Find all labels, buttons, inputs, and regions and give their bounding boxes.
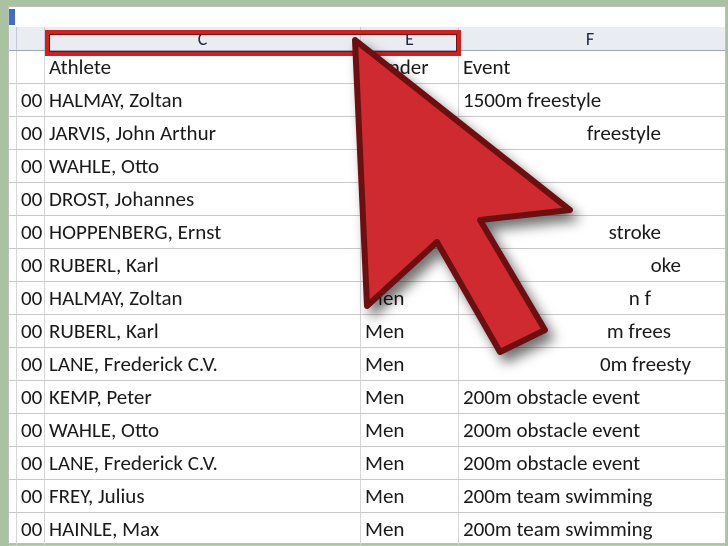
cell-gender[interactable]: Men <box>361 513 459 545</box>
cell-athlete[interactable]: FREY, Julius <box>45 480 361 512</box>
cell-b[interactable]: 00 <box>17 282 45 314</box>
row-gutter <box>9 117 17 149</box>
cell-b[interactable]: 00 <box>17 348 45 380</box>
cell-gender[interactable]: Men <box>361 447 459 479</box>
cell-b[interactable]: 00 <box>17 381 45 413</box>
table-row[interactable]: 00 HOPPENBERG, Ernst Men stroke <box>9 216 725 249</box>
row-gutter <box>9 348 17 380</box>
cell-event[interactable]: 200m obstacle event <box>459 447 721 479</box>
cell-event[interactable]: n f <box>459 282 721 314</box>
row-gutter <box>9 414 17 446</box>
cell-athlete[interactable]: HALMAY, Zoltan <box>45 282 361 314</box>
table-row[interactable]: 00 LANE, Frederick C.V. Men 200m obstacl… <box>9 447 725 480</box>
table-row[interactable]: 00 JARVIS, John Arthur M freestyle <box>9 117 725 150</box>
cell-b[interactable]: 00 <box>17 216 45 248</box>
row-gutter <box>9 480 17 512</box>
cell-gender[interactable]: Men <box>361 381 459 413</box>
cell-b[interactable]: 00 <box>17 249 45 281</box>
cell-event[interactable]: 200m team swimming <box>459 513 721 545</box>
cell-athlete[interactable]: HAINLE, Max <box>45 513 361 545</box>
table-row[interactable]: 00 LANE, Frederick C.V. Men 0m freesty <box>9 348 725 381</box>
row-gutter <box>9 84 17 116</box>
cell-event[interactable]: 200m obstacle event <box>459 381 721 413</box>
column-header-row[interactable]: C E F <box>9 27 725 51</box>
cell-gender-header[interactable]: Gender <box>361 51 459 83</box>
table-row[interactable]: 00 HALMAY, Zoltan Men n f <box>9 282 725 315</box>
column-header-B[interactable] <box>17 27 45 50</box>
cell-event-header[interactable]: Event <box>459 51 721 83</box>
cell-b[interactable]: 00 <box>17 84 45 116</box>
row-gutter <box>9 315 17 347</box>
table-row[interactable]: 00 WAHLE, Otto Me <box>9 150 725 183</box>
cell-event[interactable]: 200m obstacle event <box>459 414 721 446</box>
cell-event[interactable]: 200m team swimming <box>459 480 721 512</box>
cell-athlete[interactable]: HALMAY, Zoltan <box>45 84 361 116</box>
cell-b[interactable]: 00 <box>17 117 45 149</box>
table-row[interactable]: 00 HAINLE, Max Men 200m team swimming <box>9 513 725 546</box>
cell-gender[interactable]: M <box>361 117 459 149</box>
column-header-E[interactable]: E <box>361 27 459 50</box>
cell-b[interactable]: 00 <box>17 513 45 545</box>
cell-athlete[interactable]: RUBERL, Karl <box>45 315 361 347</box>
cell-event[interactable]: oke <box>459 249 721 281</box>
cell-athlete[interactable]: HOPPENBERG, Ernst <box>45 216 361 248</box>
table-row[interactable]: 00 FREY, Julius Men 200m team swimming <box>9 480 725 513</box>
cell-gender[interactable] <box>361 84 459 116</box>
table-header-row[interactable]: Athlete Gender Event <box>9 51 725 84</box>
column-header-C[interactable]: C <box>45 27 361 50</box>
cell-b[interactable]: 00 <box>17 183 45 215</box>
cell-event[interactable]: freestyle <box>459 117 721 149</box>
cell-event[interactable]: 0m freesty <box>459 348 721 380</box>
cell-gender[interactable]: Men <box>361 216 459 248</box>
cell-gender[interactable]: Me <box>361 150 459 182</box>
cell-b[interactable]: 00 <box>17 315 45 347</box>
column-header-F[interactable]: F <box>459 27 721 50</box>
cell-gender[interactable]: Men <box>361 249 459 281</box>
cell-b[interactable]: 00 <box>17 447 45 479</box>
grid-body[interactable]: Athlete Gender Event 00 HALMAY, Zoltan 1… <box>9 51 725 546</box>
row-gutter <box>9 513 17 545</box>
cell-athlete[interactable]: RUBERL, Karl <box>45 249 361 281</box>
table-row[interactable]: 00 WAHLE, Otto Men 200m obstacle event <box>9 414 725 447</box>
cell-gender[interactable]: Men <box>361 414 459 446</box>
cell-gender[interactable]: Men <box>361 348 459 380</box>
cell-gender[interactable]: Men <box>361 315 459 347</box>
table-row[interactable]: 00 KEMP, Peter Men 200m obstacle event <box>9 381 725 414</box>
spreadsheet-viewport[interactable]: C E F Athlete Gender Event 00 HALMAY, Zo… <box>8 6 726 544</box>
cell-event[interactable] <box>459 183 721 215</box>
table-row[interactable]: 00 RUBERL, Karl Men oke <box>9 249 725 282</box>
cell-athlete[interactable]: JARVIS, John Arthur <box>45 117 361 149</box>
cell-gender[interactable]: Men <box>361 282 459 314</box>
row-gutter <box>9 51 17 83</box>
row-gutter <box>9 216 17 248</box>
cell-athlete[interactable]: KEMP, Peter <box>45 381 361 413</box>
cell-b[interactable]: 00 <box>17 150 45 182</box>
cell-b-header[interactable] <box>17 51 45 83</box>
row-gutter <box>9 282 17 314</box>
cell-gender[interactable]: Men <box>361 480 459 512</box>
cell-b[interactable]: 00 <box>17 480 45 512</box>
cell-athlete[interactable]: WAHLE, Otto <box>45 150 361 182</box>
cell-event[interactable] <box>459 150 721 182</box>
cell-event[interactable]: 1500m freestyle <box>459 84 721 116</box>
cell-athlete[interactable]: LANE, Frederick C.V. <box>45 348 361 380</box>
table-row[interactable]: 00 DROST, Johannes Men <box>9 183 725 216</box>
row-gutter <box>9 381 17 413</box>
table-row[interactable]: 00 HALMAY, Zoltan 1500m freestyle <box>9 84 725 117</box>
row-header-gutter <box>9 27 17 50</box>
row-gutter <box>9 183 17 215</box>
row-gutter <box>9 249 17 281</box>
cell-athlete-header[interactable]: Athlete <box>45 51 361 83</box>
cell-event[interactable]: stroke <box>459 216 721 248</box>
cell-athlete[interactable]: WAHLE, Otto <box>45 414 361 446</box>
cell-athlete[interactable]: LANE, Frederick C.V. <box>45 447 361 479</box>
cell-b[interactable]: 00 <box>17 414 45 446</box>
table-row[interactable]: 00 RUBERL, Karl Men m frees <box>9 315 725 348</box>
cell-gender[interactable]: Men <box>361 183 459 215</box>
title-bar-fragment <box>9 9 15 25</box>
row-gutter <box>9 150 17 182</box>
cell-event[interactable]: m frees <box>459 315 721 347</box>
row-gutter <box>9 447 17 479</box>
cell-athlete[interactable]: DROST, Johannes <box>45 183 361 215</box>
